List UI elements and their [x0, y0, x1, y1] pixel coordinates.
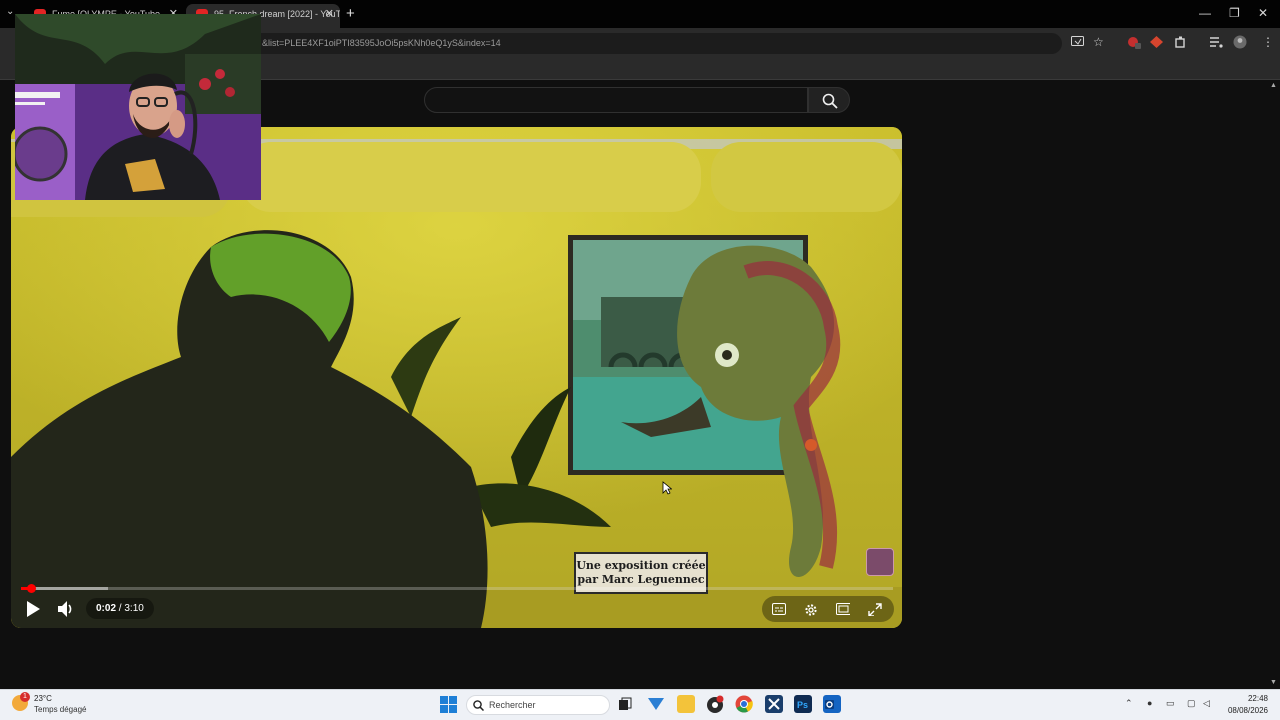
taskbar-search-label[interactable]: Rechercher	[489, 700, 536, 710]
svg-text:Ps: Ps	[797, 700, 808, 710]
address-url[interactable]: &list=PLEE4XF1oiPTI83595JoOi5psKNh0eQ1yS…	[262, 38, 501, 48]
channel-watermark[interactable]	[866, 548, 894, 576]
time-total: 3:10	[124, 603, 144, 614]
time-display: 0:02 / 3:10	[86, 598, 154, 619]
webcam-feed	[15, 14, 261, 200]
progress-bar[interactable]	[21, 587, 893, 590]
scroll-down-arrow[interactable]: ▼	[1270, 679, 1277, 686]
windows-taskbar	[0, 689, 1280, 720]
progress-scrubber[interactable]	[26, 584, 36, 593]
search-icon	[473, 700, 484, 711]
play-icon[interactable]	[24, 600, 42, 618]
settings-gear-icon[interactable]	[804, 603, 818, 616]
outlook-icon[interactable]	[823, 695, 841, 713]
extension-icon[interactable]	[1150, 36, 1163, 48]
volume-tray-icon[interactable]: ◁	[1203, 698, 1210, 709]
webcam-overlay	[15, 14, 261, 200]
profile-icon[interactable]	[1233, 35, 1247, 49]
star-icon[interactable]: ☆	[1093, 35, 1104, 49]
tab-close-icon[interactable]: ✕	[325, 4, 334, 24]
fullscreen-icon[interactable]	[868, 603, 882, 616]
search-icon	[822, 93, 838, 109]
scroll-up-arrow[interactable]: ▲	[1270, 82, 1277, 89]
weather-description[interactable]: Temps dégagé	[34, 705, 86, 714]
subtitles-icon[interactable]	[772, 603, 786, 616]
windows-start-icon[interactable]	[440, 696, 457, 713]
caption-line: par Marc Leguennec	[577, 573, 705, 586]
keyboard-icon[interactable]: ▭	[1166, 698, 1175, 709]
weather-temperature[interactable]: 23°C	[34, 694, 52, 703]
file-explorer-icon[interactable]	[677, 695, 695, 713]
microphone-icon[interactable]: ●	[1147, 698, 1152, 708]
tray-overflow-chevron-icon[interactable]: ⌃	[1125, 698, 1133, 709]
volume-icon[interactable]	[56, 600, 76, 618]
taskbar-search-box[interactable]	[466, 695, 610, 715]
menu-icon[interactable]: ⋮	[1262, 35, 1274, 49]
task-view-icon[interactable]	[618, 697, 632, 711]
obs-icon[interactable]	[706, 695, 725, 714]
video-frame	[11, 127, 902, 628]
mouse-cursor-icon	[662, 481, 672, 495]
media-icon[interactable]	[1210, 37, 1223, 48]
clock-date[interactable]: 08/08/2026	[1222, 706, 1268, 715]
photoshop-icon[interactable]: Ps	[794, 695, 812, 713]
display-icon[interactable]: ▢	[1187, 698, 1196, 709]
caption-line: Une exposition créée	[576, 559, 706, 572]
vscode-icon[interactable]	[647, 696, 665, 712]
close-window-button[interactable]: ✕	[1258, 6, 1268, 20]
cursor-app-icon[interactable]	[765, 695, 783, 713]
time-current: 0:02	[96, 603, 117, 614]
restore-button[interactable]: ❐	[1229, 6, 1240, 20]
weather-badge: 1	[20, 692, 30, 702]
theater-mode-icon[interactable]	[836, 603, 850, 616]
new-tab-button[interactable]: +	[346, 5, 355, 22]
search-button[interactable]	[808, 87, 850, 113]
extension-icon[interactable]	[1127, 36, 1141, 49]
video-player[interactable]	[11, 127, 902, 628]
chrome-icon[interactable]	[735, 695, 753, 713]
cast-icon[interactable]	[1071, 36, 1084, 47]
search-input[interactable]	[424, 87, 808, 113]
tab-search-icon[interactable]: ⌄	[6, 6, 14, 17]
puzzle-icon[interactable]	[1175, 36, 1187, 48]
minimize-button[interactable]: —	[1199, 6, 1211, 20]
clock-time[interactable]: 22:48	[1229, 694, 1268, 703]
